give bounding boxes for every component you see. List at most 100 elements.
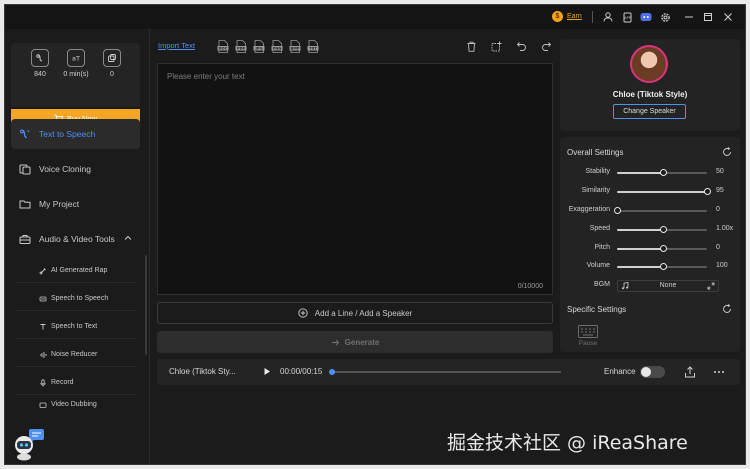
slider-track[interactable] [617,245,707,252]
slider-knob[interactable] [660,263,668,270]
plus-circle-icon [298,308,308,318]
minutes-icon: aT [67,49,85,67]
slider-value: 1.00x [716,225,734,232]
settings-gear-icon[interactable] [658,10,672,24]
nav-label: My Project [39,199,80,209]
earn-link[interactable]: $ Earn [552,11,582,22]
account-icon[interactable] [601,10,615,24]
add-line-button[interactable]: Add a Line / Add a Speaker [157,302,553,324]
slider-track[interactable] [613,207,707,214]
slider-row-exaggeration: Exaggeration 0 [560,205,740,217]
reset-icon[interactable] [722,147,732,157]
slider-track[interactable] [617,226,707,233]
slider-knob[interactable] [660,169,668,176]
nav-voice-cloning[interactable]: Voice Cloning [11,154,140,184]
stats-panel: 840 aT 0 min(s) 0 [11,43,140,107]
slider-fill [617,229,664,231]
insert-pause-icon[interactable] [491,41,503,54]
editor-toolbar: Import Text DOC PDF JPG PNG BMP TXT [158,39,553,55]
redo-icon[interactable] [541,41,553,54]
tool-video-dubbing[interactable]: Video Dubbing [17,399,136,411]
app-window: $ Earn APP 840 aT 0 min(s) 0 Buy Now Tex… [4,4,746,465]
generate-label: Generate [344,337,380,347]
video-dubbing-icon [39,402,47,408]
pdf-file-icon[interactable]: PDF [235,40,247,53]
reset-icon[interactable] [722,304,732,314]
import-text-link[interactable]: Import Text [158,41,195,50]
tool-noise-reducer[interactable]: Noise Reducer [17,343,136,367]
speaker-card: Chloe (Tiktok Style) Change Speaker [560,39,740,131]
close-icon[interactable] [721,10,735,24]
speaker-avatar [630,45,668,83]
undo-icon[interactable] [516,41,528,54]
slider-value: 0 [716,244,720,251]
bgm-select[interactable]: None [617,280,719,292]
microphone-icon [40,378,46,386]
export-icon[interactable] [683,365,697,379]
tool-label: AI Generated Rap [51,267,108,274]
minimize-icon[interactable] [682,10,696,24]
speech-to-speech-icon [39,296,47,301]
more-options-icon[interactable] [712,365,726,379]
minutes-stat: aT 0 min(s) [61,49,91,78]
tool-ai-generated-rap[interactable]: AI Generated Rap [17,259,136,283]
maximize-icon[interactable] [701,10,715,24]
title-separator [592,11,593,23]
support-bot-icon[interactable] [13,429,47,461]
nav-text-to-speech[interactable]: Text to Speech [11,119,140,149]
bmp-file-icon[interactable]: BMP [289,40,301,53]
speech-to-text-icon [40,323,46,329]
chevron-up-icon[interactable] [124,234,132,242]
jpg-file-icon[interactable]: JPG [253,40,265,53]
pause-label: Pause [578,340,598,347]
arrow-right-icon [331,339,339,345]
keyboard-icon [578,325,598,338]
slider-track[interactable] [617,263,707,270]
slider-row-similarity: Similarity 95 [560,186,740,198]
slider-fill [617,266,664,268]
progress-knob[interactable] [329,369,335,375]
coin-icon: $ [552,11,563,22]
folder-icon [19,200,31,209]
watermark: 掘金技术社区 @ iReaShare [447,432,688,454]
slider-track[interactable] [617,169,707,176]
nav-audio-video-tools[interactable]: Audio & Video Tools [11,224,140,254]
tool-record[interactable]: Record [17,371,136,395]
slider-track[interactable] [617,188,711,195]
voices-stat: 0 [97,49,127,78]
slider-knob[interactable] [703,188,711,195]
slider-label: Stability [585,168,610,175]
playback-progress[interactable] [329,369,561,375]
pause-button[interactable]: Pause [577,325,599,347]
text-editor: 0/10000 [157,63,553,295]
enhance-toggle[interactable] [640,366,665,378]
slider-knob[interactable] [613,207,621,214]
generate-button[interactable]: Generate [157,331,553,353]
play-icon[interactable] [263,367,271,376]
doc-file-icon[interactable]: DOC [217,40,229,53]
slider-knob[interactable] [660,245,668,252]
format-label: TXT [309,47,317,51]
nav-my-project[interactable]: My Project [11,189,140,219]
characters-value: 840 [34,71,46,78]
change-speaker-button[interactable]: Change Speaker [613,104,686,119]
sidebar-scrollbar[interactable] [145,255,147,355]
tool-speech-to-speech[interactable]: Speech to Speech [17,287,136,311]
app-download-icon[interactable]: APP [620,10,634,24]
png-file-icon[interactable]: PNG [271,40,283,53]
discord-icon[interactable] [639,10,653,24]
svg-text:aT: aT [72,55,80,63]
txt-file-icon[interactable]: TXT [307,40,319,53]
slider-knob[interactable] [660,226,668,233]
trash-icon[interactable] [466,41,478,54]
tool-speech-to-text[interactable]: Speech to Text [17,315,136,339]
text-input[interactable] [158,64,552,294]
format-label: PDF [237,47,246,51]
slider-label: Volume [586,262,610,269]
settings-panel: Overall Settings Stability 50 Similarity 95… [560,137,740,352]
sidebar: 840 aT 0 min(s) 0 Buy Now Text to Speech [5,29,150,464]
nav-label: Voice Cloning [39,164,91,174]
tool-label: Noise Reducer [51,351,98,358]
text-to-speech-icon [20,129,30,139]
format-label: BMP [291,47,300,51]
